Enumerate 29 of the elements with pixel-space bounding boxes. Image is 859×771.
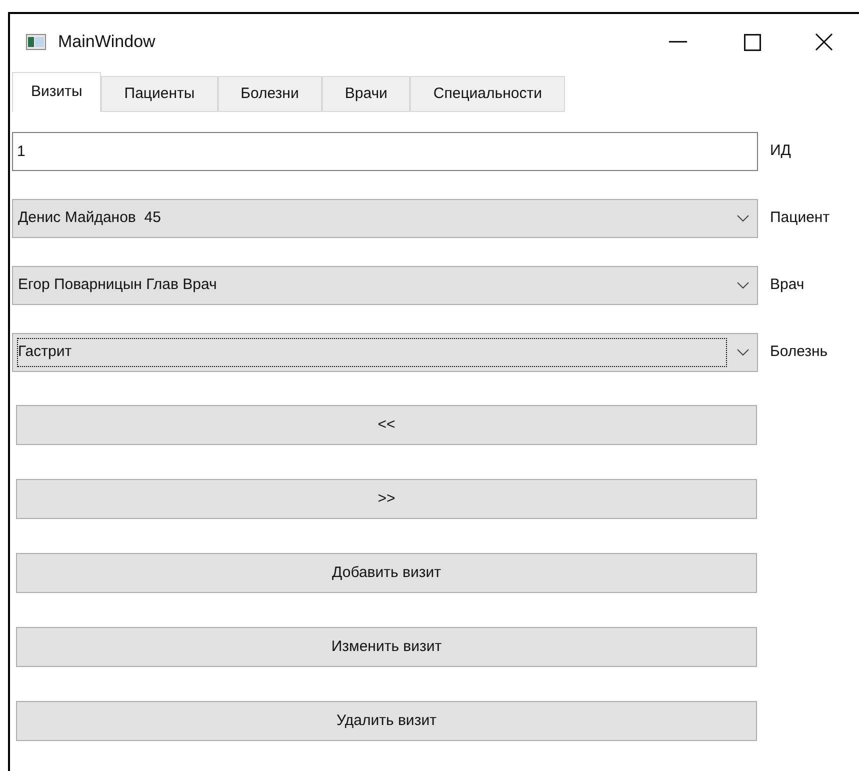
field-label: Врач xyxy=(770,275,804,296)
tab[interactable]: Визиты xyxy=(12,72,102,112)
window-title: MainWindow xyxy=(58,31,156,54)
action-button[interactable]: Добавить визит xyxy=(16,553,757,593)
tab[interactable]: Пациенты xyxy=(101,76,218,112)
field-label: Пациент xyxy=(770,208,830,228)
tab[interactable]: Болезни xyxy=(218,76,322,112)
tab[interactable]: Врачи xyxy=(322,76,410,112)
combo-box[interactable]: Егор Поварницын Глав Врач xyxy=(12,266,758,305)
combo-value: Егор Поварницын Глав Врач xyxy=(17,275,218,296)
combo-box[interactable]: Гастрит xyxy=(12,333,758,372)
field-label: Болезнь xyxy=(770,342,828,362)
maximize-icon xyxy=(744,34,760,50)
id-input-field[interactable]: 1 xyxy=(12,132,758,170)
action-button[interactable]: Удалить визит xyxy=(16,701,757,741)
minimize-icon xyxy=(669,41,687,43)
chevron-down-icon xyxy=(737,282,749,289)
close-icon xyxy=(815,33,833,51)
action-button[interactable]: << xyxy=(16,405,757,445)
combo-box[interactable]: Денис Майданов 45 xyxy=(12,199,758,238)
app-icon xyxy=(26,34,46,50)
action-button[interactable]: >> xyxy=(16,479,757,519)
action-button[interactable]: Изменить визит xyxy=(16,627,757,667)
combo-value: Денис Майданов 45 xyxy=(17,208,162,228)
chevron-down-icon xyxy=(737,215,749,222)
chevron-down-icon xyxy=(737,349,749,356)
tab[interactable]: Специальности xyxy=(410,76,565,112)
field-label: ИД xyxy=(770,140,791,161)
combo-value: Гастрит xyxy=(17,338,727,367)
